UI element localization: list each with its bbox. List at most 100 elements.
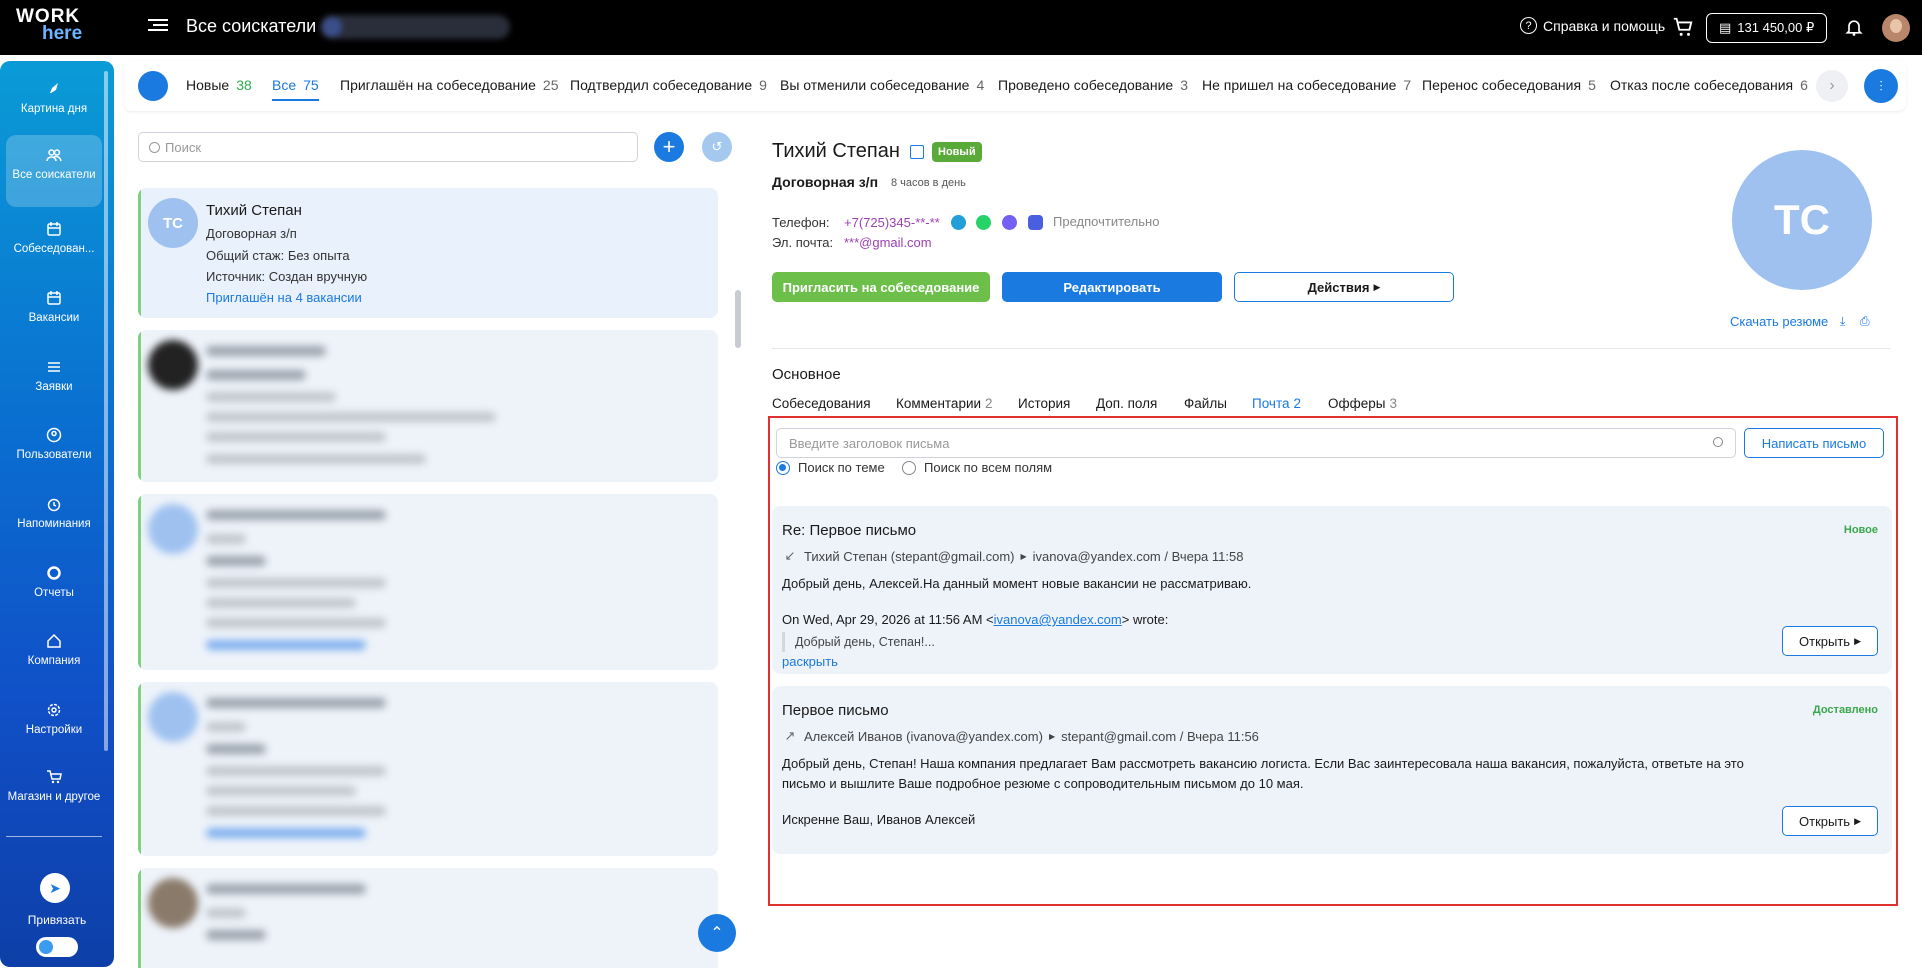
tab-offers[interactable]: Офферы 3 — [1328, 396, 1397, 411]
tab-files[interactable]: Файлы — [1184, 396, 1227, 411]
sidebar-item-day[interactable]: Картина дня — [6, 81, 102, 115]
source-value: Создан вручную — [268, 269, 368, 284]
mail-to: ivanova@yandex.com / Вчера 11:58 — [1032, 548, 1244, 564]
telegram-icon[interactable] — [951, 215, 966, 230]
list-scrollbar[interactable] — [735, 290, 741, 348]
scroll-up-button[interactable]: ⌃ — [698, 914, 736, 952]
mail-item[interactable]: Re: Первое письмо Новое ↙ Тихий Степан (… — [772, 506, 1892, 674]
quote-email-link[interactable]: ivanova@yandex.com — [994, 612, 1122, 627]
open-label: Открыть — [1799, 633, 1851, 649]
add-candidate-button[interactable]: + — [654, 132, 684, 162]
history-icon[interactable]: ↺ — [702, 132, 732, 162]
phone-value[interactable]: +7(725)345-**-** — [844, 215, 940, 230]
sidebar-scrollbar[interactable] — [104, 71, 108, 751]
company-selector[interactable] — [320, 15, 510, 39]
sidebar-item-candidates[interactable]: Все соискатели — [6, 135, 102, 207]
sidebar-item-requests[interactable]: Заявки — [6, 359, 102, 393]
telegram-bind-label[interactable]: Привязать — [0, 913, 114, 927]
print-icon[interactable]: ⎙ — [1860, 314, 1872, 328]
sidebar-item-company[interactable]: Компания — [6, 633, 102, 667]
tab-mail[interactable]: Почта 2 — [1252, 396, 1301, 411]
gear-icon — [47, 703, 61, 717]
quote-header-post: > wrote: — [1121, 612, 1169, 627]
candidate-salary: Договорная з/п — [206, 226, 297, 241]
sidebar-item-reminders[interactable]: Напоминания — [6, 496, 102, 530]
caret-right-icon: ▶ — [1854, 635, 1861, 646]
mail-signature: Искренне Ваш, Иванов Алексей — [782, 812, 976, 827]
candidate-salary: Договорная з/п — [772, 174, 879, 190]
logo[interactable]: WORK here — [16, 7, 88, 48]
user-avatar[interactable] — [1882, 14, 1910, 42]
tab-label: Собеседования — [772, 396, 871, 411]
invited-link[interactable]: Приглашён на 4 вакансии — [206, 290, 362, 305]
tab-label: Отказ после собеседования — [1610, 77, 1794, 93]
avatar — [148, 878, 198, 928]
sidebar-item-interviews[interactable]: Собеседован... — [6, 221, 102, 255]
avatar — [148, 340, 198, 390]
mail-search-input[interactable]: Введите заголовок письма — [776, 428, 1736, 458]
tab-cancelled[interactable]: Вы отменили собеседование 4 — [780, 77, 984, 93]
tab-invited[interactable]: Приглашён на собеседование 25 — [340, 77, 558, 93]
help-link[interactable]: ? Справка и помощь — [1520, 17, 1665, 34]
bell-icon[interactable] — [1844, 16, 1864, 38]
tab-interviews[interactable]: Собеседования — [772, 396, 871, 411]
list-item[interactable] — [138, 494, 718, 670]
shop-icon — [47, 770, 62, 784]
tab-extra-fields[interactable]: Доп. поля — [1096, 396, 1157, 411]
candidate-name: Тихий Степан — [772, 140, 900, 162]
external-link-icon[interactable] — [910, 145, 924, 159]
sidebar-item-label: Настройки — [25, 724, 83, 736]
open-mail-button[interactable]: Открыть ▶ — [1782, 806, 1878, 836]
whatsapp-icon[interactable] — [976, 215, 991, 230]
sidebar-item-users[interactable]: Пользователи — [6, 427, 102, 461]
telegram-icon[interactable]: ➤ — [40, 873, 70, 903]
expand-link[interactable]: раскрыть — [782, 654, 838, 669]
viber-icon[interactable] — [1002, 215, 1017, 230]
tab-rejected[interactable]: Отказ после собеседования 6 — [1610, 77, 1808, 93]
mail-item[interactable]: Первое письмо Доставлено ↗ Алексей Ивано… — [772, 686, 1892, 854]
download-icon[interactable]: ⤓ — [1840, 314, 1852, 328]
preferred-contact: Предпочтительно — [1053, 214, 1160, 229]
sidebar-item-label: Компания — [27, 655, 81, 667]
list-item[interactable]: ТС Тихий Степан Договорная з/п Общий ста… — [138, 188, 718, 318]
list-item[interactable] — [138, 330, 718, 482]
sidebar-item-vacancies[interactable]: Вакансии — [6, 290, 102, 324]
sidebar-item-reports[interactable]: Отчеты — [6, 565, 102, 599]
tab-all[interactable]: Все 75 — [272, 77, 319, 101]
write-mail-button[interactable]: Написать письмо — [1744, 428, 1884, 458]
cart-icon[interactable] — [1672, 16, 1694, 38]
tab-no-show[interactable]: Не пришел на собеседование 7 — [1202, 77, 1411, 93]
list-item[interactable] — [138, 682, 718, 856]
tab-held[interactable]: Проведено собеседование 3 — [998, 77, 1188, 93]
menu-icon[interactable] — [148, 16, 168, 36]
tab-confirmed[interactable]: Подтвердил собеседование 9 — [570, 77, 767, 93]
stats-icon[interactable] — [138, 71, 168, 101]
chevron-right-icon[interactable]: › — [1816, 70, 1848, 102]
list-item[interactable] — [138, 868, 718, 968]
open-mail-button[interactable]: Открыть ▶ — [1782, 626, 1878, 656]
filter-icon[interactable]: ⫶ — [1864, 69, 1898, 103]
messenger-icon[interactable] — [1028, 215, 1043, 230]
candidate-list: Поиск + ↺ ТС Тихий Степан Договорная з/п… — [124, 120, 746, 968]
tab-new[interactable]: Новые 38 — [186, 77, 252, 93]
radio-unchecked-icon — [902, 460, 916, 475]
invite-interview-button[interactable]: Пригласить на собеседование — [772, 272, 990, 302]
caret-right-icon: ▶ — [1373, 281, 1381, 292]
mail-body: Добрый день, Алексей.На данный момент но… — [782, 576, 1252, 591]
balance-button[interactable]: ▤ 131 450,00 ₽ — [1706, 13, 1828, 43]
tab-label: Комментарии — [896, 396, 982, 411]
radio-search-all[interactable]: Поиск по всем полям — [902, 460, 1052, 475]
theme-toggle[interactable] — [36, 937, 78, 957]
sidebar-item-shop[interactable]: Магазин и другое — [6, 769, 102, 803]
tab-comments[interactable]: Комментарии 2 — [896, 396, 993, 411]
tab-count: 9 — [759, 77, 767, 93]
download-resume-link[interactable]: Скачать резюме — [1730, 314, 1828, 329]
email-value[interactable]: ***@gmail.com — [844, 235, 932, 250]
radio-search-subject[interactable]: Поиск по теме — [776, 460, 885, 475]
tab-history[interactable]: История — [1018, 396, 1070, 411]
sidebar-item-settings[interactable]: Настройки — [6, 702, 102, 736]
tab-rescheduled[interactable]: Перенос собеседования 5 — [1422, 77, 1596, 93]
actions-button[interactable]: Действия ▶ — [1234, 272, 1454, 302]
edit-button[interactable]: Редактировать — [1002, 272, 1222, 302]
search-input[interactable]: Поиск — [138, 132, 638, 162]
